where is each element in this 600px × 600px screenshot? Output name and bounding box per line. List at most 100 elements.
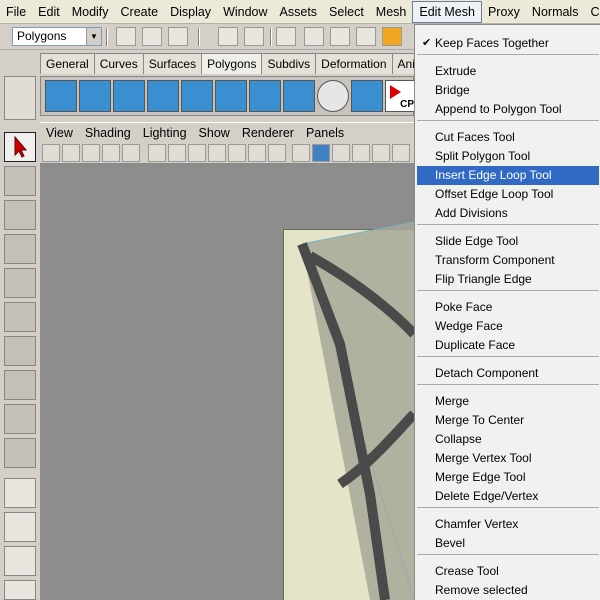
menu-modify[interactable]: Modify bbox=[66, 1, 115, 23]
safe-title-icon[interactable] bbox=[268, 144, 286, 162]
field-chart-icon[interactable] bbox=[228, 144, 246, 162]
menu-display[interactable]: Display bbox=[164, 1, 217, 23]
poly-split-icon[interactable] bbox=[79, 80, 111, 112]
shelf-tab-polygons[interactable]: Polygons bbox=[201, 53, 263, 74]
universal-manipulator-icon[interactable] bbox=[4, 336, 36, 366]
use-all-lights-icon[interactable] bbox=[372, 144, 390, 162]
save-scene-icon[interactable] bbox=[168, 27, 188, 46]
menu-item-wedge-face[interactable]: Wedge Face bbox=[417, 317, 599, 336]
select-hierarchy-icon[interactable] bbox=[218, 27, 238, 46]
menu-edit-mesh[interactable]: Edit Mesh bbox=[412, 0, 482, 23]
mode-selector[interactable]: Polygons ▼ bbox=[12, 27, 102, 46]
safe-action-icon[interactable] bbox=[248, 144, 266, 162]
sphere-mask-icon[interactable] bbox=[356, 27, 376, 46]
poly-extrude-icon[interactable] bbox=[181, 80, 213, 112]
shelf-menu-button[interactable] bbox=[4, 76, 36, 120]
panel-menu-view[interactable]: View bbox=[40, 126, 79, 140]
image-plane-icon[interactable] bbox=[102, 144, 120, 162]
wireframe-icon[interactable] bbox=[292, 144, 310, 162]
menu-mesh[interactable]: Mesh bbox=[370, 1, 413, 23]
menu-item-slide-edge-tool[interactable]: Slide Edge Tool bbox=[417, 232, 599, 251]
camera-select-icon[interactable] bbox=[42, 144, 60, 162]
poly-tool-icon[interactable] bbox=[45, 80, 77, 112]
menu-item-merge-to-center[interactable]: Merge To Center bbox=[417, 411, 599, 430]
gate-mask-icon[interactable] bbox=[208, 144, 226, 162]
panel-menu-lighting[interactable]: Lighting bbox=[137, 126, 193, 140]
camera-attributes-icon[interactable] bbox=[62, 144, 80, 162]
paint-select-tool-icon[interactable] bbox=[4, 200, 36, 230]
menu-item-transform-component[interactable]: Transform Component bbox=[417, 251, 599, 270]
lasso-tool-icon[interactable] bbox=[4, 166, 36, 196]
menu-edit[interactable]: Edit bbox=[32, 1, 66, 23]
menu-item-detach-component[interactable]: Detach Component bbox=[417, 364, 599, 383]
poly-subdiv-icon[interactable] bbox=[215, 80, 247, 112]
menu-file[interactable]: File bbox=[0, 1, 32, 23]
panel-menu-show[interactable]: Show bbox=[193, 126, 236, 140]
smooth-shade-icon[interactable] bbox=[312, 144, 330, 162]
panel-menu-panels[interactable]: Panels bbox=[300, 126, 350, 140]
menu-item-merge-edge-tool[interactable]: Merge Edge Tool bbox=[417, 468, 599, 487]
vertex-mask-icon[interactable] bbox=[304, 27, 324, 46]
menu-select[interactable]: Select bbox=[323, 1, 370, 23]
bookmark-icon[interactable] bbox=[82, 144, 100, 162]
select-object-icon[interactable] bbox=[244, 27, 264, 46]
menu-item-bridge[interactable]: Bridge bbox=[417, 81, 599, 100]
resolution-gate-icon[interactable] bbox=[188, 144, 206, 162]
menu-item-collapse[interactable]: Collapse bbox=[417, 430, 599, 449]
menu-item-keep-faces-together[interactable]: ✔ Keep Faces Together bbox=[417, 34, 599, 53]
scale-tool-icon[interactable] bbox=[4, 302, 36, 332]
open-scene-icon[interactable] bbox=[142, 27, 162, 46]
shelf-tab-subdivs[interactable]: Subdivs bbox=[261, 53, 317, 74]
menu-normals[interactable]: Normals bbox=[526, 1, 585, 23]
show-manipulator-icon[interactable] bbox=[4, 404, 36, 434]
menu-item-split-polygon-tool[interactable]: Split Polygon Tool bbox=[417, 147, 599, 166]
poly-insert-edge-icon[interactable] bbox=[113, 80, 145, 112]
menu-item-bevel[interactable]: Bevel bbox=[417, 534, 599, 553]
menu-create[interactable]: Create bbox=[115, 1, 165, 23]
grid-icon[interactable] bbox=[148, 144, 166, 162]
snap-curve-icon[interactable] bbox=[382, 27, 402, 46]
select-tool-icon[interactable] bbox=[4, 132, 36, 162]
menu-item-insert-edge-loop-tool[interactable]: Insert Edge Loop Tool bbox=[417, 166, 599, 185]
poly-merge-icon[interactable] bbox=[351, 80, 383, 112]
menu-window[interactable]: Window bbox=[217, 1, 273, 23]
poly-bridge-icon[interactable] bbox=[147, 80, 179, 112]
four-view-layout-icon[interactable] bbox=[4, 512, 36, 542]
menu-proxy[interactable]: Proxy bbox=[482, 1, 526, 23]
shelf-tab-deformation[interactable]: Deformation bbox=[315, 53, 393, 74]
move-tool-icon[interactable] bbox=[4, 234, 36, 264]
shelf-tab-general[interactable]: General bbox=[40, 53, 95, 74]
poly-duplicate-icon[interactable] bbox=[283, 80, 315, 112]
outliner-layout-icon[interactable] bbox=[4, 546, 36, 576]
menu-item-crease-tool[interactable]: Crease Tool bbox=[417, 562, 599, 581]
panel-menu-shading[interactable]: Shading bbox=[79, 126, 137, 140]
last-used-tool-icon[interactable] bbox=[4, 438, 36, 468]
menu-item-add-divisions[interactable]: Add Divisions bbox=[417, 204, 599, 223]
menu-item-delete-edge-vertex[interactable]: Delete Edge/Vertex bbox=[417, 487, 599, 506]
shelf-tab-curves[interactable]: Curves bbox=[93, 53, 144, 74]
two-d-pan-icon[interactable] bbox=[122, 144, 140, 162]
poly-wedge-icon[interactable] bbox=[249, 80, 281, 112]
menu-more[interactable]: Co bbox=[584, 1, 600, 23]
menu-item-remove-selected[interactable]: Remove selected bbox=[417, 581, 599, 600]
menu-item-cut-faces-tool[interactable]: Cut Faces Tool bbox=[417, 128, 599, 147]
viewport[interactable] bbox=[40, 164, 414, 600]
rotate-tool-icon[interactable] bbox=[4, 268, 36, 298]
chevron-down-icon[interactable]: ▼ bbox=[86, 28, 101, 45]
menu-item-duplicate-face[interactable]: Duplicate Face bbox=[417, 336, 599, 355]
soft-mod-tool-icon[interactable] bbox=[4, 370, 36, 400]
cp-button[interactable]: CP bbox=[385, 80, 417, 112]
shelf-tab-surfaces[interactable]: Surfaces bbox=[142, 53, 203, 74]
poly-cut-icon[interactable] bbox=[317, 80, 349, 112]
new-scene-icon[interactable] bbox=[116, 27, 136, 46]
menu-item-flip-triangle-edge[interactable]: Flip Triangle Edge bbox=[417, 270, 599, 289]
wireframe-on-shaded-icon[interactable] bbox=[332, 144, 350, 162]
panel-menu-renderer[interactable]: Renderer bbox=[236, 126, 300, 140]
shadows-icon[interactable] bbox=[392, 144, 410, 162]
menu-item-append-to-polygon-tool[interactable]: Append to Polygon Tool bbox=[417, 100, 599, 119]
menu-item-poke-face[interactable]: Poke Face bbox=[417, 298, 599, 317]
menu-item-merge-vertex-tool[interactable]: Merge Vertex Tool bbox=[417, 449, 599, 468]
film-gate-icon[interactable] bbox=[168, 144, 186, 162]
menu-item-chamfer-vertex[interactable]: Chamfer Vertex bbox=[417, 515, 599, 534]
face-mask-icon[interactable] bbox=[330, 27, 350, 46]
